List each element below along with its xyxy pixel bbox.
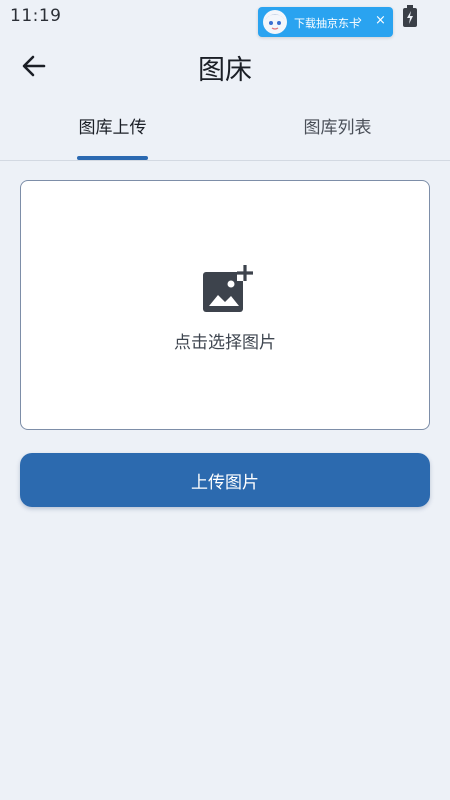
chevron-right-icon: › bbox=[357, 13, 363, 28]
upload-hint: 点击选择图片 bbox=[174, 333, 276, 353]
close-icon[interactable]: × bbox=[375, 13, 386, 28]
tab-upload[interactable]: 图库上传 bbox=[0, 104, 225, 160]
page-title: 图床 bbox=[198, 55, 252, 86]
tab-bar: 图库上传 图库列表 bbox=[0, 104, 450, 161]
promo-text: 下载抽京东卡 bbox=[294, 17, 360, 30]
tab-list[interactable]: 图库列表 bbox=[225, 104, 450, 160]
promo-banner[interactable]: 下载抽京东卡 › × bbox=[258, 7, 393, 37]
add-photo-icon bbox=[201, 262, 253, 314]
image-picker-area[interactable]: 点击选择图片 bbox=[20, 180, 430, 430]
mascot-icon bbox=[261, 8, 289, 36]
app-bar: 图床 bbox=[0, 34, 450, 98]
battery-charging-icon bbox=[402, 5, 418, 27]
status-time: 11:19 bbox=[10, 6, 62, 26]
tab-indicator bbox=[77, 156, 148, 160]
upload-image-button[interactable]: 上传图片 bbox=[20, 453, 430, 507]
